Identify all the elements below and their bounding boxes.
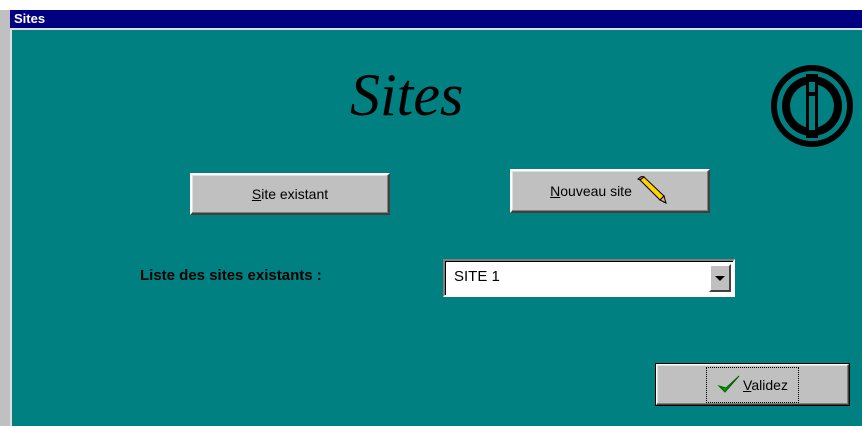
existing-site-button[interactable]: Site existant <box>190 173 390 215</box>
chevron-down-icon <box>715 269 725 287</box>
site-list-dropdown[interactable]: SITE 1 <box>443 259 735 297</box>
validate-button-label: Validez <box>743 376 788 393</box>
circled-i-logo-icon <box>770 64 854 148</box>
pencil-icon <box>636 175 670 206</box>
dropdown-arrow-button[interactable] <box>709 264 731 292</box>
site-list-dropdown-field: SITE 1 <box>445 261 733 295</box>
validate-button-focus: Validez <box>706 366 799 403</box>
window-title: Sites <box>14 11 46 26</box>
window-title-bar[interactable]: Sites <box>10 10 862 28</box>
new-site-button[interactable]: Nouveau site <box>510 169 710 213</box>
top-frame-edge <box>0 0 862 10</box>
checkmark-icon <box>717 374 741 396</box>
page-title: Sites <box>350 62 464 128</box>
site-list-selected-value: SITE 1 <box>454 268 500 285</box>
validate-button[interactable]: Validez <box>655 363 850 406</box>
new-site-button-label: Nouveau site <box>550 183 632 199</box>
site-list-label: Liste des sites existants : <box>140 267 322 284</box>
existing-site-button-label: Site existant <box>251 186 329 202</box>
